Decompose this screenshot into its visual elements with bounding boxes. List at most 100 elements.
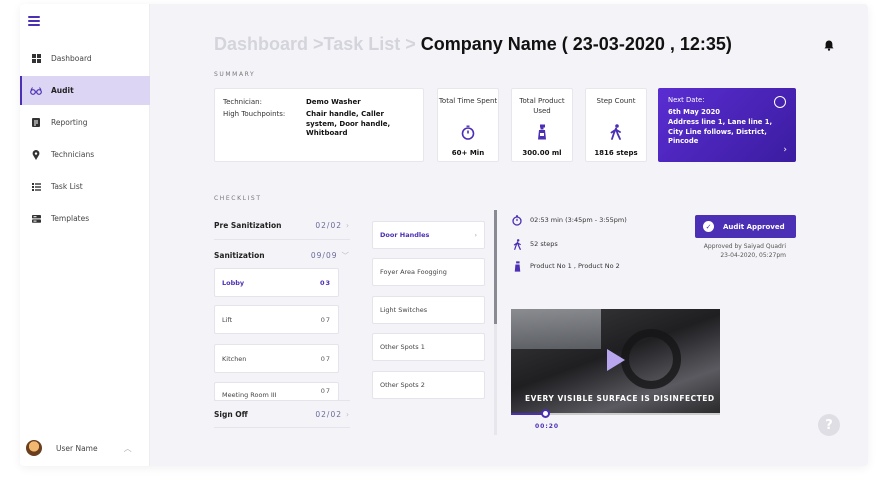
check-icon: ✓ <box>703 221 714 232</box>
sidebar-item-dashboard[interactable]: Dashboard <box>20 44 150 73</box>
spot-name: Other Spots 2 <box>380 381 425 389</box>
report-icon <box>30 117 42 129</box>
checklist-group-sign-off[interactable]: Sign Off 02/02 › <box>214 400 350 428</box>
company-title: Company Name ( 23-03-2020 , 12:35) <box>420 34 732 54</box>
stat-label: Total Time Spent <box>438 97 498 105</box>
glasses-icon <box>30 85 42 97</box>
summary-label: SUMMARY <box>214 71 256 78</box>
video-caption: EVERY VISIBLE SURFACE IS DISINFECTED <box>525 394 715 403</box>
next-date-card[interactable]: Next Date: 6th May 2020 Address line 1, … <box>658 88 796 162</box>
video-time: 00:20 <box>535 423 560 430</box>
touchpoints-value: Chair handle, Caller system, Door handle… <box>306 110 391 138</box>
sidebar-item-audit[interactable]: Audit <box>20 76 150 105</box>
touchpoints-label: High Touchpoints: <box>223 110 286 119</box>
chevron-up-icon: ︿ <box>123 443 132 453</box>
user-menu[interactable]: User Name ︿ <box>26 440 132 456</box>
grid-icon <box>30 53 42 65</box>
stat-product-used: Total Product Used 300.00 ml <box>511 88 573 162</box>
checklist-group-pre-sanitization[interactable]: Pre Sanitization 02/02 › <box>214 212 350 240</box>
stack-icon <box>30 213 42 225</box>
detail-time: 02:53 min (3:45pm - 3:55pm) <box>512 214 627 226</box>
stat-label: Step Count <box>596 97 636 105</box>
sidebar-item-label: Reporting <box>51 118 88 127</box>
room-count: 07 <box>320 387 331 395</box>
pin-icon <box>30 149 42 161</box>
stat-label: Total Product Used <box>519 97 565 115</box>
approval-info: Approved by Saiyad Quadri 23-04-2020, 05… <box>704 243 786 260</box>
spot-name: Other Spots 1 <box>380 343 425 351</box>
stat-value: 60+ Min <box>451 149 485 157</box>
walking-icon <box>586 121 646 143</box>
checklist-group-sanitization[interactable]: Sanitization 09/09 ﹀ <box>214 241 350 269</box>
sidebar-item-label: Technicians <box>51 150 95 159</box>
spot-name: Door Handles <box>380 231 430 239</box>
room-count: 07 <box>320 354 331 363</box>
group-name: Sanitization <box>214 250 265 260</box>
sidebar-item-label: Dashboard <box>51 54 92 63</box>
scrollbar-thumb[interactable] <box>494 210 497 324</box>
spot-light-switches[interactable]: Light Switches <box>372 296 485 324</box>
checklist-label: CHECKLIST <box>214 195 262 202</box>
room-name: Meeting Room III <box>222 391 277 399</box>
video-frame-wheel <box>621 329 681 389</box>
walking-icon <box>512 238 522 250</box>
app-window: Dashboard Audit Reporting Technicians Ta… <box>20 4 868 466</box>
next-date-value: 6th May 2020 <box>668 107 721 116</box>
detail-steps-text: 52 steps <box>530 240 558 248</box>
bell-icon[interactable] <box>824 36 834 51</box>
sidebar-item-reporting[interactable]: Reporting <box>20 108 150 137</box>
chevron-right-icon: › <box>474 231 477 239</box>
group-count: 09/09 ﹀ <box>310 250 350 260</box>
spot-name: Foyer Area Foogging <box>380 268 447 276</box>
spray-bottle-icon <box>512 121 572 143</box>
page-title: Dashboard >Task List > Company Name ( 23… <box>214 34 732 55</box>
next-date-title: Next Date: <box>668 96 705 104</box>
spot-foyer-area[interactable]: Foyer Area Foogging <box>372 258 485 286</box>
chevron-right-icon: › <box>783 144 787 155</box>
group-name: Sign Off <box>214 409 248 419</box>
user-name: User Name <box>56 443 98 453</box>
play-icon[interactable] <box>607 349 625 371</box>
next-date-address: Address line 1, Lane line 1, City Line f… <box>668 117 773 146</box>
room-name: Lobby <box>222 278 245 287</box>
audit-approved-button[interactable]: ✓ Audit Approved <box>695 215 796 238</box>
room-count: 07 <box>320 315 331 324</box>
sidebar-item-templates[interactable]: Templates <box>20 204 150 233</box>
approved-at: 23-04-2020, 05:27pm <box>720 251 786 259</box>
hamburger-menu-icon[interactable] <box>28 16 40 26</box>
spot-door-handles[interactable]: Door Handles › <box>372 221 485 249</box>
spot-other-1[interactable]: Other Spots 1 <box>372 333 485 361</box>
approved-by: Approved by Saiyad Quadri <box>703 243 786 250</box>
detail-time-text: 02:53 min (3:45pm - 3:55pm) <box>530 216 627 224</box>
spot-other-2[interactable]: Other Spots 2 <box>372 371 485 399</box>
group-count: 02/02 › <box>315 409 350 419</box>
sidebar-item-technicians[interactable]: Technicians <box>20 140 150 169</box>
room-meeting-room[interactable]: Meeting Room III 07 <box>214 382 339 401</box>
stat-time-spent: Total Time Spent 60+ Min <box>437 88 499 162</box>
technician-value: Demo Washer <box>306 98 361 106</box>
location-pin-icon <box>774 96 786 108</box>
video-progress-fill <box>511 413 545 415</box>
stat-step-count: Step Count 1816 steps <box>585 88 647 162</box>
approved-label: Audit Approved <box>723 222 785 231</box>
timer-icon <box>512 214 522 226</box>
room-lobby[interactable]: Lobby 03 <box>214 268 339 297</box>
sidebar-nav: Dashboard Audit Reporting Technicians Ta… <box>20 44 150 236</box>
detail-products-text: Product No 1 , Product No 2 <box>530 262 620 270</box>
sidebar-item-label: Templates <box>51 214 90 223</box>
sidebar-item-label: Audit <box>51 86 74 95</box>
video-progress-handle[interactable] <box>541 409 550 418</box>
breadcrumb[interactable]: Dashboard >Task List > <box>214 34 421 54</box>
spray-bottle-icon <box>512 260 522 272</box>
help-icon[interactable]: ? <box>818 414 840 436</box>
room-lift[interactable]: Lift 07 <box>214 305 339 334</box>
sidebar-item-task-list[interactable]: Task List <box>20 172 150 201</box>
list-icon <box>30 181 42 193</box>
sidebar: Dashboard Audit Reporting Technicians Ta… <box>20 4 150 466</box>
spot-name: Light Switches <box>380 306 428 314</box>
video-player[interactable]: EVERY VISIBLE SURFACE IS DISINFECTED <box>511 309 720 413</box>
scrollbar[interactable] <box>494 210 497 435</box>
video-frame-window <box>511 309 601 349</box>
room-kitchen[interactable]: Kitchen 07 <box>214 344 339 373</box>
detail-products: Product No 1 , Product No 2 <box>512 260 620 272</box>
